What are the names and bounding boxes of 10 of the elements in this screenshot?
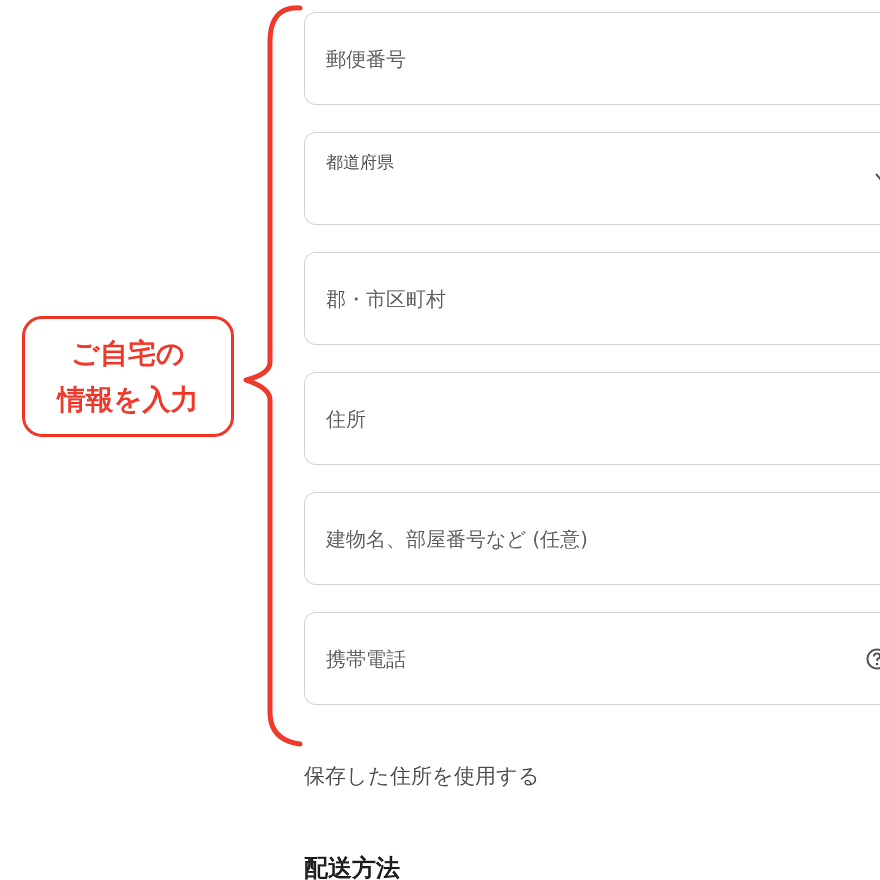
callout-text: 情報を入力 bbox=[58, 382, 198, 418]
input-field[interactable]: 建物名、部屋番号など (任意) bbox=[304, 492, 880, 585]
section-heading: 配送方法 bbox=[304, 853, 400, 880]
input-field[interactable]: 郡・市区町村 bbox=[304, 252, 880, 345]
saved-address-link[interactable]: 保存した住所を使用する bbox=[304, 762, 540, 790]
input-field[interactable]: 住所 bbox=[304, 372, 880, 465]
input-field[interactable]: 携帯電話 bbox=[304, 612, 880, 705]
callout-text: ご自宅の bbox=[71, 336, 185, 372]
prefecture-select[interactable]: 都道府県 bbox=[304, 132, 880, 225]
input-field[interactable]: 郵便番号 bbox=[304, 12, 880, 105]
